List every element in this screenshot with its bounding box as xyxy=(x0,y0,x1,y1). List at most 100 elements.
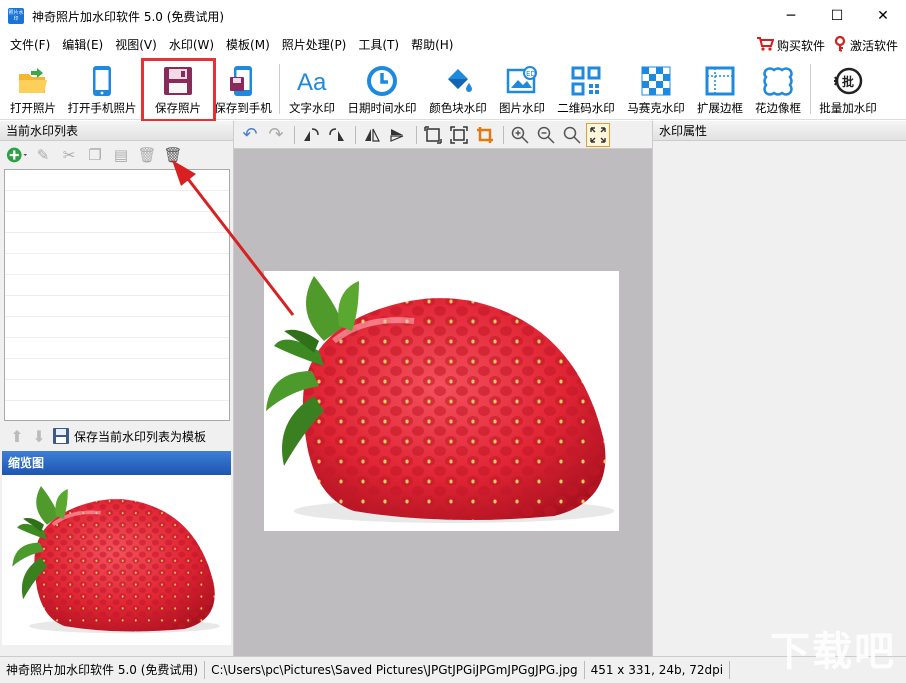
save-to-phone-button[interactable]: 保存到手机 xyxy=(210,58,276,118)
batch-watermark-button[interactable]: 批 批量加水印 xyxy=(814,58,882,118)
expand-border-button[interactable]: 扩展边框 xyxy=(692,58,748,118)
list-item xyxy=(5,275,229,296)
open-phone-photo-label: 打开手机照片 xyxy=(67,101,137,115)
status-image-info: 451 x 331, 24b, 72dpi xyxy=(585,661,731,679)
menu-tools[interactable]: 工具(T) xyxy=(352,32,405,58)
maximize-button[interactable]: ☐ xyxy=(814,0,860,32)
crop-icon[interactable] xyxy=(473,123,497,147)
datetime-watermark-button[interactable]: 日期时间水印 xyxy=(342,58,422,118)
resize-icon[interactable] xyxy=(421,123,445,147)
paint-bucket-icon xyxy=(441,64,475,98)
menu-edit[interactable]: 编辑(E) xyxy=(56,32,109,58)
move-down-icon[interactable]: ⬇ xyxy=(30,427,48,446)
minimize-button[interactable]: ─ xyxy=(768,0,814,32)
strawberry-image xyxy=(264,271,619,531)
menu-help[interactable]: 帮助(H) xyxy=(405,32,459,58)
clear-all-icon[interactable]: 🗑 xyxy=(162,144,184,166)
save-photo-label: 保存照片 xyxy=(155,101,201,115)
clock-icon xyxy=(365,64,399,98)
redo-icon[interactable]: ↷ xyxy=(264,123,288,147)
save-template-icon xyxy=(53,428,69,444)
right-panel: 水印属性 xyxy=(652,121,906,656)
mosaic-watermark-label: 马赛克水印 xyxy=(627,101,685,115)
mosaic-icon xyxy=(639,64,673,98)
save-template-label: 保存当前水印列表为模板 xyxy=(74,429,207,444)
qrcode-watermark-label: 二维码水印 xyxy=(557,101,615,115)
qrcode-watermark-button[interactable]: 二维码水印 xyxy=(552,58,620,118)
buy-software-label: 购买软件 xyxy=(776,38,825,53)
zoom-actual-icon[interactable] xyxy=(560,123,584,147)
add-watermark-button[interactable] xyxy=(6,144,28,166)
list-item xyxy=(5,317,229,338)
open-phone-photo-button[interactable]: 打开手机照片 xyxy=(64,58,140,118)
photo-canvas[interactable] xyxy=(234,149,652,656)
menu-watermark[interactable]: 水印(W) xyxy=(163,32,220,58)
copy-icon[interactable]: ❐ xyxy=(84,144,106,166)
batch-icon: 批 xyxy=(831,64,865,98)
save-to-phone-icon xyxy=(226,64,260,98)
expand-border-label: 扩展边框 xyxy=(697,101,743,115)
photo-preview[interactable] xyxy=(264,271,619,531)
frame-icon xyxy=(761,64,795,98)
text-watermark-button[interactable]: Aa 文字水印 xyxy=(284,58,340,118)
main-toolbar: 打开照片 打开手机照片 保存照片 保存到手机 Aa 文字水印 日期时间水印 颜色… xyxy=(0,58,906,120)
app-icon: 照片水印 xyxy=(8,8,24,24)
batch-watermark-label: 批量加水印 xyxy=(819,101,877,115)
lace-frame-label: 花边像框 xyxy=(755,101,801,115)
move-up-icon[interactable]: ⬆ xyxy=(8,427,26,446)
undo-icon[interactable]: ↶ xyxy=(238,123,262,147)
cut-icon[interactable]: ✂ xyxy=(58,144,80,166)
toolbar-separator xyxy=(294,125,295,144)
image-watermark-button[interactable]: ED 图片水印 xyxy=(494,58,550,118)
open-photo-button[interactable]: 打开照片 xyxy=(4,58,62,118)
menu-photo-process[interactable]: 照片处理(P) xyxy=(276,32,353,58)
list-item xyxy=(5,380,229,401)
zoom-out-icon[interactable] xyxy=(534,123,558,147)
strawberry-thumbnail-image xyxy=(10,483,222,635)
delete-icon[interactable]: 🗑 xyxy=(136,144,158,166)
edit-icon[interactable]: ✎ xyxy=(32,144,54,166)
flip-horizontal-icon[interactable] xyxy=(360,123,384,147)
toolbar-separator xyxy=(416,125,417,144)
canvas-toolbar: ↶ ↷ xyxy=(234,121,652,149)
fit-window-icon[interactable] xyxy=(586,122,610,147)
text-watermark-label: 文字水印 xyxy=(289,101,335,115)
cart-icon xyxy=(756,36,775,55)
save-photo-button[interactable]: 保存照片 xyxy=(146,58,210,118)
watermark-list[interactable] xyxy=(4,169,230,421)
menu-view[interactable]: 视图(V) xyxy=(109,32,163,58)
flip-vertical-icon[interactable] xyxy=(386,123,410,147)
window-title: 神奇照片加水印软件 5.0 (免费试用) xyxy=(32,9,225,24)
color-block-watermark-button[interactable]: 颜色块水印 xyxy=(424,58,492,118)
app-icon-text: 照片水印 xyxy=(8,10,24,22)
menu-bar: 文件(F) 编辑(E) 视图(V) 水印(W) 模板(M) 照片处理(P) 工具… xyxy=(0,32,906,58)
thumbnail-header: 缩览图 xyxy=(2,451,231,475)
fit-frame-icon[interactable] xyxy=(447,123,471,147)
expand-border-icon xyxy=(703,64,737,98)
list-item xyxy=(5,191,229,212)
save-template-button[interactable]: 保存当前水印列表为模板 xyxy=(52,427,206,445)
list-item xyxy=(5,296,229,317)
template-bar: ⬆ ⬇ 保存当前水印列表为模板 xyxy=(0,421,233,451)
text-icon: Aa xyxy=(295,64,329,98)
close-button[interactable]: ✕ xyxy=(860,0,906,32)
paste-icon[interactable]: ▤ xyxy=(110,144,132,166)
buy-software-link[interactable]: 购买软件 xyxy=(756,36,825,55)
datetime-watermark-label: 日期时间水印 xyxy=(347,101,417,115)
svg-text:ED: ED xyxy=(526,70,536,78)
activate-software-link[interactable]: 激活软件 xyxy=(833,35,898,55)
left-panel: 当前水印列表 ✎ ✂ ❐ ▤ 🗑 🗑 ⬆ ⬇ 保存当前水印列表为模板 缩览图 xyxy=(0,121,234,656)
list-item xyxy=(5,359,229,380)
image-watermark-label: 图片水印 xyxy=(499,101,545,115)
status-app-name: 神奇照片加水印软件 5.0 (免费试用) xyxy=(0,661,206,679)
rotate-left-icon[interactable] xyxy=(299,123,323,147)
menu-template[interactable]: 模板(M) xyxy=(220,32,276,58)
toolbar-separator xyxy=(355,125,356,144)
mosaic-watermark-button[interactable]: 马赛克水印 xyxy=(622,58,690,118)
menu-file[interactable]: 文件(F) xyxy=(4,32,56,58)
qrcode-icon xyxy=(569,64,603,98)
lace-frame-button[interactable]: 花边像框 xyxy=(750,58,806,118)
rotate-right-icon[interactable] xyxy=(325,123,349,147)
list-item xyxy=(5,212,229,233)
zoom-in-icon[interactable] xyxy=(508,123,532,147)
